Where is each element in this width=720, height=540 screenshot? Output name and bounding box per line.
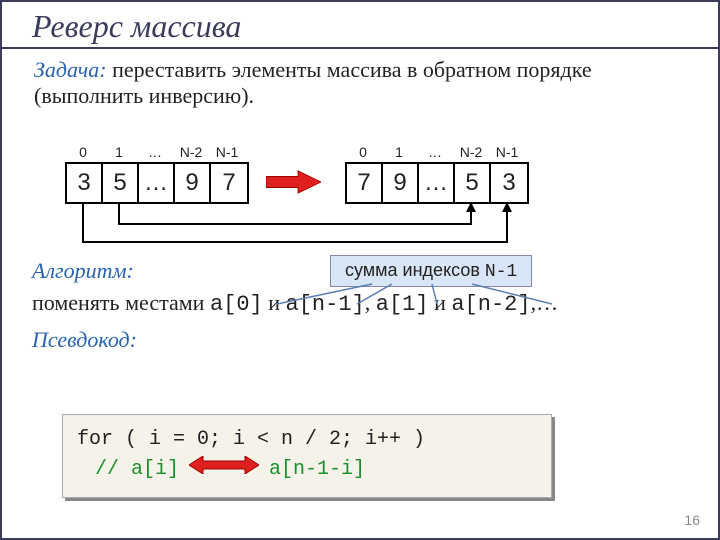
red-arrow-icon <box>266 170 321 194</box>
array-cell: 9 <box>175 164 211 202</box>
page-number: 16 <box>684 512 700 528</box>
callout-box: сумма индексов N-1 <box>330 255 532 287</box>
algo-code: a[n-1] <box>286 292 365 317</box>
array-cell: 3 <box>491 164 527 202</box>
algo-text: , <box>365 290 376 315</box>
array-cell: 3 <box>67 164 103 202</box>
indices-right: 0 1 … N-2 N-1 <box>345 144 525 160</box>
algo-line: поменять местами a[0] и a[n-1], a[1] и a… <box>32 290 558 317</box>
array-cell: 7 <box>211 164 247 202</box>
algo-text: и <box>263 290 286 315</box>
slide-title: Реверс массива <box>2 2 718 49</box>
idx: N-1 <box>209 144 245 160</box>
array-cell: 9 <box>383 164 419 202</box>
idx: 0 <box>65 144 101 160</box>
swap-arrow-icon <box>179 455 269 485</box>
array-right: 7 9 … 5 3 <box>345 162 529 204</box>
code-swap-line: // a[i] a[n-1-i] <box>77 455 537 485</box>
algo-code: a[1] <box>376 292 429 317</box>
task-label: Задача: <box>34 57 107 82</box>
pseudocode-block: Псевдокод: <box>32 327 137 353</box>
code-comment-left: // a[i] <box>95 455 179 485</box>
task-text: переставить элементы массива в обратном … <box>34 57 592 108</box>
idx: … <box>417 144 453 160</box>
code-block: for ( i = 0; i < n / 2; i++ ) // a[i] a[… <box>62 414 552 498</box>
code-line: for ( i = 0; i < n / 2; i++ ) <box>77 425 537 455</box>
algo-code: a[0] <box>210 292 263 317</box>
indices-left: 0 1 … N-2 N-1 <box>65 144 245 160</box>
algo-text: поменять местами <box>32 290 210 315</box>
content-area: Задача: переставить элементы массива в о… <box>2 49 718 109</box>
task-block: Задача: переставить элементы массива в о… <box>34 57 686 109</box>
idx: 1 <box>101 144 137 160</box>
array-cell: 5 <box>103 164 139 202</box>
array-cell: … <box>419 164 455 202</box>
array-cell: … <box>139 164 175 202</box>
callout-code: N-1 <box>485 262 517 282</box>
idx: N-1 <box>489 144 525 160</box>
slide: Реверс массива Задача: переставить элеме… <box>0 0 720 540</box>
idx: N-2 <box>453 144 489 160</box>
array-left: 3 5 … 9 7 <box>65 162 249 204</box>
pseudo-label: Псевдокод: <box>32 327 137 353</box>
algo-text: ,… <box>531 290 559 315</box>
idx: … <box>137 144 173 160</box>
code-comment-right: a[n-1-i] <box>269 455 365 485</box>
array-cell: 7 <box>347 164 383 202</box>
callout-text: сумма индексов <box>345 260 485 280</box>
algo-text: и <box>429 290 452 315</box>
algo-code: a[n-2] <box>451 292 530 317</box>
array-cell: 5 <box>455 164 491 202</box>
idx: 0 <box>345 144 381 160</box>
idx: N-2 <box>173 144 209 160</box>
idx: 1 <box>381 144 417 160</box>
